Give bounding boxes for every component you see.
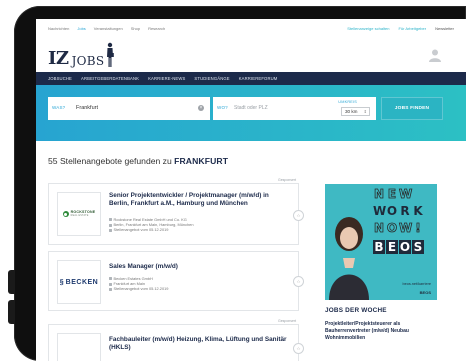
woman-photo: [329, 217, 369, 300]
utility-right-links: Stellenanzeige schalten Für Arbeitgeber …: [347, 26, 454, 31]
result-heading: 55 Stellenangebote gefunden zu FRANKFURT: [48, 156, 228, 166]
rockstone-mark-icon: [62, 211, 69, 217]
ad-brand: BEOS: [419, 290, 431, 295]
logo-jobs: JOBS: [71, 53, 105, 68]
utility-bar: Nachrichten Jobs Veranstaltungen Shop Re…: [36, 19, 466, 38]
find-jobs-button[interactable]: JOBS FINDEN: [381, 97, 443, 120]
company-logo[interactable]: [57, 333, 101, 361]
iz-jobs-logo[interactable]: IZ JOBS: [48, 42, 115, 69]
nav-karriereforum[interactable]: Karriereforum: [239, 76, 278, 81]
company-logo[interactable]: § BECKEN: [57, 260, 101, 304]
radius-label: UMKREIS: [338, 100, 357, 104]
side-button: [8, 270, 15, 294]
util-link-shop[interactable]: Shop: [131, 26, 140, 31]
job-title[interactable]: Sales Manager (m/w/d): [109, 263, 289, 271]
calendar-icon: [109, 228, 112, 232]
nav-jobsuche[interactable]: Jobsuche: [48, 76, 72, 81]
clear-icon[interactable]: ×: [198, 105, 204, 111]
becken-logo: § BECKEN: [59, 278, 99, 286]
building-icon: [109, 218, 112, 222]
what-input[interactable]: Frankfurt: [76, 105, 98, 111]
nav-studiengaenge[interactable]: Studiengänge: [194, 76, 229, 81]
rockstone-logo-text: ROCKSTONE REAL ESTATE: [70, 210, 96, 217]
util-link-research[interactable]: Research: [148, 26, 165, 31]
location-pin-icon: [109, 282, 112, 286]
jobs-of-week-title: JOBS DER WOCHE: [325, 307, 387, 314]
browser-screen: Nachrichten Jobs Veranstaltungen Shop Re…: [36, 19, 466, 361]
util-link-veranstaltungen[interactable]: Veranstaltungen: [94, 26, 123, 31]
utility-links: Nachrichten Jobs Veranstaltungen Shop Re…: [48, 26, 165, 31]
building-icon: [109, 277, 112, 281]
bookmark-icon[interactable]: ☆: [293, 343, 304, 354]
job-meta: Rockstone Real Estate GmbH und Co. KG Be…: [109, 217, 194, 233]
ad-word-work: WORK: [373, 204, 423, 218]
search-band: WAS? Frankfurt × WO? Stadt oder PLZ UMKR…: [36, 85, 466, 141]
job-date: Stellenangebot vom 05.12.2019: [113, 227, 169, 233]
logo-row: IZ JOBS: [36, 38, 466, 72]
user-account-icon[interactable]: [428, 48, 442, 62]
job-card[interactable]: § BECKEN Sales Manager (m/w/d) Becken Es…: [48, 251, 304, 311]
post-job-link[interactable]: Stellenanzeige schalten: [347, 26, 389, 31]
job-card[interactable]: Fachbauleiter (m/w/d) Heizung, Klima, Lü…: [48, 324, 304, 361]
chevron-updown-icon: ⇕: [363, 109, 367, 114]
bookmark-icon[interactable]: ☆: [293, 276, 304, 287]
side-button: [8, 300, 15, 324]
sponsored-label: Gesponsert: [278, 319, 297, 323]
ad-word-now: N O W!: [373, 221, 422, 236]
where-label: WO?: [217, 105, 228, 110]
sponsored-label: Gesponsert: [278, 178, 297, 182]
result-count-text: 55 Stellenangebote gefunden zu: [48, 156, 172, 166]
tablet-device: Nachrichten Jobs Veranstaltungen Shop Re…: [0, 0, 466, 361]
job-card[interactable]: ROCKSTONE REAL ESTATE Senior Projektentw…: [48, 183, 304, 245]
where-search-box[interactable]: WO? Stadt oder PLZ UMKREIS 30 km ⇕: [213, 97, 376, 120]
bookmark-icon[interactable]: ☆: [293, 210, 304, 221]
job-title[interactable]: Fachbauleiter (m/w/d) Heizung, Klima, Lü…: [109, 336, 289, 352]
what-search-box[interactable]: WAS? Frankfurt ×: [48, 97, 210, 120]
ad-url: beos.net/karriere: [402, 282, 432, 286]
newsletter-link[interactable]: Newsletter: [435, 26, 454, 31]
main-nav: Jobsuche Arbeitgeberdatenbank Karriere-N…: [36, 72, 466, 85]
location-pin-icon: [109, 223, 112, 227]
what-label: WAS?: [52, 105, 66, 110]
job-title[interactable]: Senior Projektentwickler / Projektmanage…: [109, 192, 289, 208]
util-link-jobs[interactable]: Jobs: [77, 26, 85, 31]
person-figure-icon: [107, 42, 115, 67]
beos-ad-banner[interactable]: NEW WORK N O W! BEOS beos.net/karriere BEO…: [325, 184, 437, 300]
where-input[interactable]: Stadt oder PLZ: [234, 105, 268, 111]
nav-karriere-news[interactable]: Karriere-News: [148, 76, 185, 81]
becken-mark-icon: §: [59, 278, 65, 286]
calendar-icon: [109, 287, 112, 291]
job-date: Stellenangebot vom 05.12.2019: [113, 286, 169, 292]
nav-arbeitgeberdatenbank[interactable]: Arbeitgeberdatenbank: [81, 76, 139, 81]
radius-select[interactable]: 30 km ⇕: [341, 107, 370, 116]
ad-word-beos: BEOS: [373, 240, 424, 254]
result-query: FRANKFURT: [174, 156, 229, 166]
rockstone-logo: ROCKSTONE REAL ESTATE: [62, 210, 96, 218]
util-link-nachrichten[interactable]: Nachrichten: [48, 26, 69, 31]
ad-word-new: NEW: [373, 187, 413, 202]
radius-value: 30 km: [345, 109, 358, 114]
company-logo[interactable]: ROCKSTONE REAL ESTATE: [57, 192, 101, 236]
job-meta: Becken Estates GmbH Frankfurt am Main St…: [109, 276, 168, 292]
employer-link[interactable]: Für Arbeitgeber: [399, 26, 427, 31]
jobs-of-week-item[interactable]: Projektleiter/Projektsteuerer als Bauher…: [325, 321, 443, 343]
logo-iz: IZ: [48, 48, 69, 69]
